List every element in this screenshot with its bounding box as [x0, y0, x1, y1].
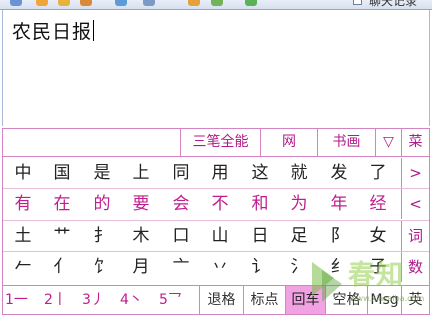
message-input[interactable]: 农民日报 — [2, 10, 430, 126]
handwriting-button[interactable]: 书画 — [317, 129, 375, 156]
msg-button[interactable]: Msg — [367, 286, 401, 314]
history-checkbox[interactable] — [353, 0, 362, 5]
char-key[interactable]: 在 — [44, 189, 80, 219]
stroke-key-5[interactable]: 5乛 — [159, 286, 182, 314]
char-key[interactable]: 用 — [202, 158, 238, 188]
number-mode-button[interactable]: 数 — [401, 252, 429, 282]
radical-key[interactable]: 阝 — [321, 221, 357, 251]
radical-key[interactable]: 足 — [281, 221, 317, 251]
radical-key[interactable]: 口 — [163, 221, 199, 251]
stroke-key-1[interactable]: 1一 — [5, 286, 28, 314]
radical-key[interactable]: 饣 — [84, 252, 120, 282]
char-key[interactable]: 同 — [163, 158, 199, 188]
next-page-button[interactable]: > — [401, 158, 429, 188]
key-row-4: 𠂉 亻 饣 月 亠 丷 讠 氵 纟 子 数 — [3, 252, 429, 282]
char-key[interactable]: 要 — [123, 189, 159, 219]
radical-key[interactable]: 土 — [5, 221, 41, 251]
screenshot-icon[interactable] — [143, 0, 155, 6]
radical-key[interactable]: 𠂉 — [5, 252, 41, 282]
radical-key[interactable]: 亻 — [44, 252, 80, 282]
char-key[interactable]: 为 — [281, 189, 317, 219]
radical-key[interactable]: 艹 — [44, 221, 80, 251]
radical-key[interactable]: 讠 — [242, 252, 278, 282]
message-text: 农民日报 — [12, 20, 95, 43]
chat-toolbar: 聊天记录 — [0, 0, 432, 10]
radical-key[interactable]: 子 — [360, 252, 396, 282]
radical-key[interactable]: 木 — [123, 221, 159, 251]
char-key[interactable]: 就 — [281, 158, 317, 188]
animation-icon[interactable] — [80, 0, 92, 6]
input-mode-button[interactable]: 三笔全能 — [180, 129, 260, 156]
backspace-button[interactable]: 退格 — [199, 286, 243, 314]
radical-key[interactable]: 扌 — [84, 221, 120, 251]
char-key[interactable]: 这 — [242, 158, 278, 188]
space-button[interactable]: 空格 — [325, 286, 367, 314]
prev-page-button[interactable]: < — [401, 189, 429, 219]
char-key[interactable]: 经 — [360, 189, 396, 219]
key-row-2: 有 在 的 要 会 不 和 为 年 经 < — [3, 189, 429, 219]
word-mode-button[interactable]: 词 — [401, 221, 429, 251]
font-icon[interactable] — [10, 0, 22, 6]
stroke-key-2[interactable]: 2丨 — [44, 286, 67, 314]
key-row-1: 中 国 是 上 同 用 这 就 发 了 > — [3, 158, 429, 188]
english-mode-button[interactable]: 英 — [401, 286, 429, 314]
history-label: 聊天记录 — [369, 0, 418, 8]
text-caret — [93, 20, 95, 41]
radical-key[interactable]: 氵 — [281, 252, 317, 282]
char-key[interactable]: 了 — [360, 158, 396, 188]
char-key[interactable]: 年 — [321, 189, 357, 219]
stroke-key-4[interactable]: 4丶 — [120, 286, 143, 314]
emoji-icon[interactable] — [36, 0, 48, 6]
menu-button[interactable]: 菜 — [401, 129, 429, 156]
char-key[interactable]: 国 — [44, 158, 80, 188]
char-key[interactable]: 发 — [321, 158, 357, 188]
radical-key[interactable]: 山 — [202, 221, 238, 251]
ime-bottom-row: 1一 2丨 3丿 4丶 5乛 退格 标点 回车 空格 Msg 英 — [3, 285, 429, 314]
smile-icon[interactable] — [58, 0, 70, 6]
char-key[interactable]: 的 — [84, 189, 120, 219]
radical-key[interactable]: 丷 — [202, 252, 238, 282]
char-key[interactable]: 上 — [123, 158, 159, 188]
music-icon[interactable] — [188, 0, 200, 6]
char-key[interactable]: 会 — [163, 189, 199, 219]
file-icon[interactable] — [115, 0, 127, 6]
radical-key[interactable]: 女 — [360, 221, 396, 251]
radical-key[interactable]: 月 — [123, 252, 159, 282]
dropdown-toggle-icon[interactable]: ▽ — [375, 129, 401, 156]
net-button[interactable]: 网 — [260, 129, 317, 156]
ime-keyboard-panel: 三笔全能 网 书画 ▽ 菜 中 国 是 上 同 用 这 就 发 了 > 有 在 … — [2, 128, 430, 315]
punctuation-button[interactable]: 标点 — [243, 286, 285, 314]
char-key[interactable]: 是 — [84, 158, 120, 188]
radical-key[interactable]: 纟 — [321, 252, 357, 282]
key-row-3: 土 艹 扌 木 口 山 日 足 阝 女 词 — [3, 221, 429, 251]
radical-key[interactable]: 亠 — [163, 252, 199, 282]
ime-header: 三笔全能 网 书画 ▽ 菜 — [3, 129, 429, 157]
char-key[interactable]: 中 — [5, 158, 41, 188]
char-key[interactable]: 和 — [242, 189, 278, 219]
char-key[interactable]: 不 — [202, 189, 238, 219]
radical-key[interactable]: 日 — [242, 221, 278, 251]
stroke-key-3[interactable]: 3丿 — [82, 286, 105, 314]
enter-button[interactable]: 回车 — [285, 286, 325, 314]
gift-icon[interactable] — [245, 0, 257, 6]
image-icon[interactable] — [211, 0, 223, 6]
char-key[interactable]: 有 — [5, 189, 41, 219]
